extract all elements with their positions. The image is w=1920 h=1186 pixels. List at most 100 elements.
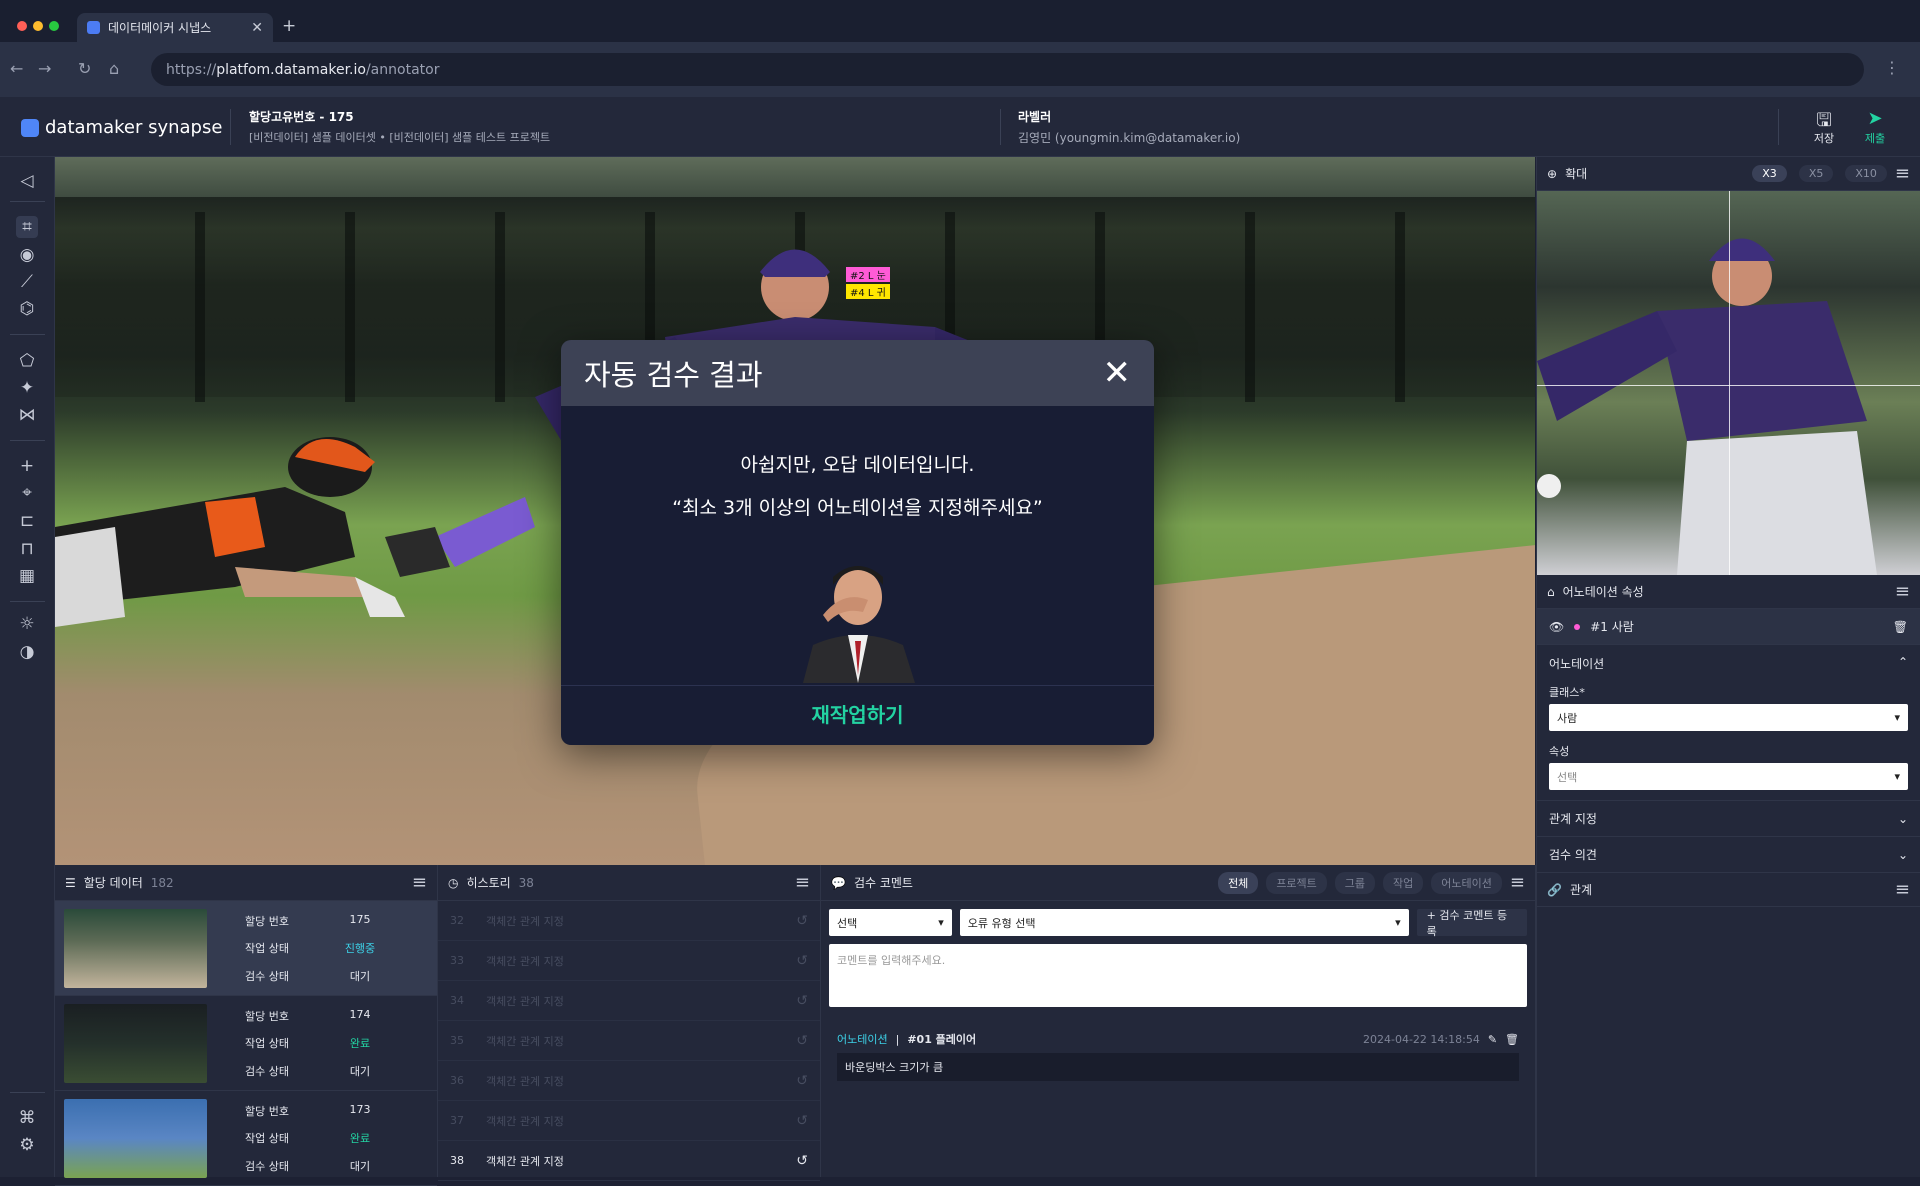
settings-gear-icon[interactable]: ⚙: [16, 1134, 38, 1156]
polyline-tool-icon[interactable]: ⟋: [16, 271, 38, 293]
menu-icon[interactable]: ≡: [795, 872, 810, 893]
panel-title: 히스토리: [466, 876, 511, 890]
zoom-option-x10[interactable]: X10: [1845, 165, 1887, 182]
tab-group[interactable]: 그룹: [1334, 871, 1376, 894]
class-select[interactable]: 사람 ▾: [1549, 704, 1908, 731]
list-item[interactable]: 할당 번호 175 작업 상태 진행중 검수 상태 대기: [55, 901, 437, 996]
field-label: 할당 번호: [245, 915, 289, 928]
close-tab-icon[interactable]: ✕: [251, 20, 263, 36]
home-icon[interactable]: ⌂: [109, 59, 119, 78]
tab-all[interactable]: 전체: [1218, 871, 1259, 894]
submit-label: 제출: [1864, 132, 1886, 145]
menu-icon[interactable]: ≡: [1895, 879, 1910, 900]
back-icon[interactable]: ←: [10, 59, 23, 78]
revert-icon[interactable]: ↺: [796, 993, 808, 1009]
history-row-current[interactable]: 38 객체간 관계 지정 ↺: [438, 1141, 820, 1181]
tab-annotation[interactable]: 어노테이션: [1431, 871, 1502, 894]
relation-assign-row[interactable]: 관계 지정 ⌄: [1537, 801, 1920, 837]
attr-title: 어노테이션 속성: [1562, 585, 1644, 599]
browser-chrome: 데이터메이커 시냅스 ✕ + ← → ↻ ⌂ https://platfom.d…: [0, 0, 1920, 97]
point-tool-icon[interactable]: ◉: [16, 244, 38, 266]
history-row[interactable]: 37 객체간 관계 지정 ↺: [438, 1101, 820, 1141]
favicon-icon: [87, 21, 100, 34]
new-tab-icon[interactable]: +: [282, 16, 296, 36]
annotation-tag[interactable]: #2 L 눈: [846, 267, 890, 282]
add-comment-button[interactable]: + 검수 코멘트 등록: [1416, 909, 1527, 938]
toolbar-divider: [10, 601, 45, 602]
select-tool-icon[interactable]: ◁: [16, 170, 38, 192]
shortcut-icon[interactable]: ⌘: [16, 1107, 38, 1129]
annotation-canvas[interactable]: #2 L 눈 #4 L 귀 자동 검수 결과 ✕ 아쉽지만, 오답 데이터입니다…: [55, 157, 1535, 865]
selected-annotation-row[interactable]: 👁 #1 사람 🗑: [1537, 609, 1920, 645]
grid-tool-icon[interactable]: ▦: [16, 565, 38, 587]
edit-icon[interactable]: ✎: [1488, 1033, 1497, 1046]
list-item[interactable]: 할당 번호 173 작업 상태 완료 검수 상태 대기: [55, 1091, 437, 1186]
reload-icon[interactable]: ↻: [78, 59, 91, 78]
trash-icon[interactable]: 🗑: [1893, 620, 1908, 634]
history-row[interactable]: 36 객체간 관계 지정 ↺: [438, 1061, 820, 1101]
eye-icon[interactable]: 👁: [1549, 620, 1564, 634]
chevron-down-icon[interactable]: ⌄: [1898, 812, 1908, 826]
save-button[interactable]: 🖫 저장: [1804, 108, 1844, 146]
revert-icon[interactable]: ↺: [796, 913, 808, 929]
menu-icon[interactable]: ≡: [1895, 581, 1910, 602]
history-row[interactable]: 33 객체간 관계 지정 ↺: [438, 941, 820, 981]
comment-textarea[interactable]: 코멘트를 입력해주세요.: [829, 944, 1527, 1007]
minimize-window-icon[interactable]: [33, 21, 43, 31]
browser-menu-icon[interactable]: ⋮: [1884, 58, 1900, 77]
tool-sidebar: ◁ ⌗ ◉ ⟋ ⌬ ⬠ ✦ ⋈ + ⌖ ⊏ ⊓ ▦ ☼ ◑ ⌘ ⚙: [0, 157, 55, 1177]
menu-icon[interactable]: ≡: [412, 872, 427, 893]
contrast-icon[interactable]: ◑: [16, 641, 38, 663]
thumbnail: [64, 1099, 207, 1178]
rework-button[interactable]: 재작업하기: [561, 685, 1154, 745]
keypoint-tool-icon[interactable]: ⌬: [16, 298, 38, 320]
revert-icon[interactable]: ↺: [796, 1153, 808, 1169]
zoom-option-x5[interactable]: X5: [1798, 165, 1834, 182]
submit-button[interactable]: ➤ 제출: [1855, 108, 1895, 146]
tab-project[interactable]: 프로젝트: [1266, 871, 1327, 894]
pin-tool-icon[interactable]: ⌖: [16, 482, 38, 504]
review-opinion-row[interactable]: 검수 의견 ⌄: [1537, 837, 1920, 873]
classification-tool-icon[interactable]: ⊏: [16, 510, 38, 532]
pose-tool-icon[interactable]: ⋈: [16, 404, 38, 426]
chevron-down-icon[interactable]: ⌄: [1898, 848, 1908, 862]
history-row[interactable]: 32 객체간 관계 지정 ↺: [438, 901, 820, 941]
close-window-icon[interactable]: [17, 21, 27, 31]
forward-icon[interactable]: →: [38, 59, 51, 78]
skeleton-tool-icon[interactable]: ✦: [16, 377, 38, 399]
address-bar[interactable]: https://platfom.datamaker.io/annotator: [151, 53, 1864, 86]
polygon-tool-icon[interactable]: ⬠: [16, 350, 38, 372]
close-icon[interactable]: ✕: [1103, 356, 1132, 390]
assigned-data-panel: ☰ 할당 데이터 182 ≡ 할당 번호 175 작업 상태 진행중 검수 상태 대기…: [55, 865, 438, 1186]
error-type-select[interactable]: 오류 유형 선택 ▾: [959, 909, 1409, 936]
crop-tool-icon[interactable]: ⊓: [16, 538, 38, 560]
revert-icon[interactable]: ↺: [796, 1113, 808, 1129]
brightness-icon[interactable]: ☼: [16, 613, 38, 635]
annotation-tag[interactable]: #4 L 귀: [846, 284, 890, 299]
chevron-up-icon[interactable]: ⌃: [1898, 655, 1908, 672]
tab-task[interactable]: 작업: [1383, 871, 1424, 894]
bbox-tool-icon[interactable]: ⌗: [16, 216, 38, 238]
attr-select[interactable]: 선택 ▾: [1549, 763, 1908, 790]
revert-icon[interactable]: ↺: [796, 953, 808, 969]
scope-select[interactable]: 선택 ▾: [829, 909, 952, 936]
section-header[interactable]: 어노테이션 ⌃: [1549, 655, 1908, 672]
thumbnail: [64, 909, 207, 988]
add-tool-icon[interactable]: +: [16, 455, 38, 477]
revert-icon[interactable]: ↺: [796, 1033, 808, 1049]
annotation-labels[interactable]: #2 L 눈 #4 L 귀: [846, 267, 890, 301]
browser-tab[interactable]: 데이터메이커 시냅스 ✕: [77, 13, 273, 42]
trash-icon[interactable]: 🗑: [1505, 1033, 1519, 1046]
history-row[interactable]: 35 객체간 관계 지정 ↺: [438, 1021, 820, 1061]
app-header: datamaker synapse 할당고유번호 - 175 [비전데이터] 샘…: [0, 97, 1920, 157]
app-logo[interactable]: datamaker synapse: [21, 117, 222, 138]
menu-icon[interactable]: ≡: [1895, 163, 1910, 184]
zoom-option-x3[interactable]: X3: [1752, 165, 1787, 182]
class-label: 클래스*: [1549, 686, 1585, 699]
history-row[interactable]: 34 객체간 관계 지정 ↺: [438, 981, 820, 1021]
revert-icon[interactable]: ↺: [796, 1073, 808, 1089]
menu-icon[interactable]: ≡: [1510, 872, 1525, 893]
maximize-window-icon[interactable]: [49, 21, 59, 31]
error-type-value: 오류 유형 선택: [967, 916, 1036, 930]
list-item[interactable]: 할당 번호 174 작업 상태 완료 검수 상태 대기: [55, 996, 437, 1091]
